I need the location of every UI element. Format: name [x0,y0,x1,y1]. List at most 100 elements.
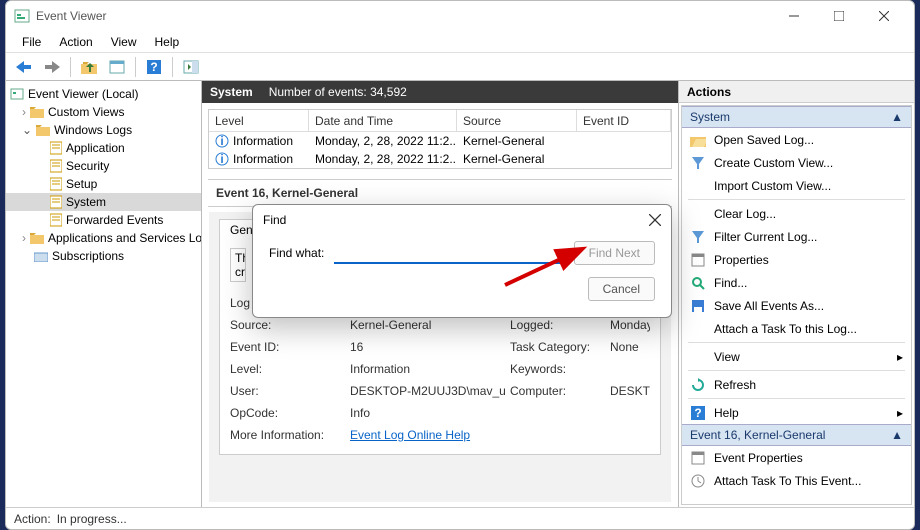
action-attach-task-log[interactable]: Attach a Task To this Log... [682,317,911,340]
action-attach-task-event[interactable]: Attach Task To This Event... [682,469,911,492]
tree-app-services[interactable]: › Applications and Services Logs [6,229,201,247]
col-eventid[interactable]: Event ID [577,110,671,131]
action-label: Help [714,406,739,420]
event-log-help-link[interactable]: Event Log Online Help [350,428,470,442]
statusbar: Action: In progress... [6,507,914,529]
actions-section-system[interactable]: System▲ [682,106,911,128]
action-find[interactable]: Find... [682,271,911,294]
actions-section-event[interactable]: Event 16, Kernel-General ▲ [682,424,911,446]
log-icon [50,195,62,209]
maximize-button[interactable] [816,1,861,31]
chevron-right-icon: › [22,231,26,245]
menu-action[interactable]: Action [51,33,100,51]
kv-key: Event ID: [230,340,350,354]
action-create-custom-view[interactable]: Create Custom View... [682,151,911,174]
action-open-saved-log[interactable]: Open Saved Log... [682,128,911,151]
action-filter-log[interactable]: Filter Current Log... [682,225,911,248]
properties-icon[interactable] [105,56,129,78]
action-label: Attach a Task To this Log... [714,322,857,336]
separator [70,57,71,77]
actions-pane: Actions System▲ Open Saved Log... Create… [679,81,914,507]
log-icon [50,159,62,173]
col-source[interactable]: Source [457,110,577,131]
tree-root[interactable]: Event Viewer (Local) [6,85,201,103]
kv-val: Info [350,406,650,420]
tree-security[interactable]: Security [6,157,201,175]
back-button[interactable] [12,56,36,78]
tree-forwarded[interactable]: Forwarded Events [6,211,201,229]
grid-body: iInformation Monday, 2, 28, 2022 11:2...… [209,132,671,168]
kv-key: Keywords: [510,362,610,376]
action-label: Import Custom View... [714,179,831,193]
table-row[interactable]: iInformation Monday, 2, 28, 2022 11:2...… [209,132,671,150]
action-label: Create Custom View... [714,156,833,170]
properties-icon [690,450,706,466]
menu-view[interactable]: View [103,33,145,51]
action-clear-log[interactable]: Clear Log... [682,202,911,225]
find-what-input[interactable] [334,242,563,264]
chevron-right-icon: ▸ [897,406,903,420]
cell: Information [233,134,293,148]
kv-key: Logged: [510,318,610,332]
status-label: Action: [14,512,51,526]
col-date[interactable]: Date and Time [309,110,457,131]
col-level[interactable]: Level [209,110,309,131]
action-event-properties[interactable]: Event Properties [682,446,911,469]
help-toolbar-icon[interactable]: ? [142,56,166,78]
find-title: Find [263,213,286,227]
action-import-custom-view[interactable]: Import Custom View... [682,174,911,197]
preview-pane-icon[interactable] [179,56,203,78]
action-label: Clear Log... [714,207,776,221]
action-label: Save All Events As... [714,299,824,313]
tree-label: System [66,195,106,209]
tree-system[interactable]: System [6,193,201,211]
action-save-all[interactable]: Save All Events As... [682,294,911,317]
find-titlebar: Find [253,205,671,235]
action-refresh[interactable]: Refresh [682,373,911,396]
separator [172,57,173,77]
kv-val: Monday [610,318,650,332]
chevron-right-icon: ▸ [897,350,903,364]
section-label: System [690,110,730,124]
action-view[interactable]: View▸ [682,345,911,368]
action-properties[interactable]: Properties [682,248,911,271]
minimize-button[interactable] [771,1,816,31]
cell: Monday, 2, 28, 2022 11:2... [315,152,457,166]
section-label: Event 16, Kernel-General [690,428,825,442]
tree-setup[interactable]: Setup [6,175,201,193]
detail-header: Event 16, Kernel-General [208,179,672,207]
action-label: Find... [714,276,747,290]
kv-val: DESKTOP [610,384,650,398]
filter-icon [690,229,706,245]
folder-up-icon[interactable] [77,56,101,78]
action-help[interactable]: ?Help▸ [682,401,911,424]
menu-file[interactable]: File [14,33,49,51]
chevron-up-icon: ▲ [891,428,903,442]
tree-windows-logs[interactable]: ⌄ Windows Logs [6,121,201,139]
tree-label: Security [66,159,109,173]
folder-icon [30,106,44,118]
import-icon [690,178,706,194]
close-icon[interactable] [649,214,661,226]
tree-subscriptions[interactable]: Subscriptions [6,247,201,265]
tree-custom-views[interactable]: › Custom Views [6,103,201,121]
chevron-down-icon: ⌄ [22,123,32,137]
forward-button[interactable] [40,56,64,78]
find-what-label: Find what: [269,246,324,260]
save-icon [690,298,706,314]
cell: Information [233,152,293,166]
table-row[interactable]: iInformation Monday, 2, 28, 2022 11:2...… [209,150,671,168]
desc-line: The [235,251,241,265]
action-label: Open Saved Log... [714,133,814,147]
menubar: File Action View Help [6,31,914,53]
menu-help[interactable]: Help [147,33,188,51]
kv-key: More Information: [230,428,350,442]
find-next-button[interactable]: Find Next [574,241,655,265]
log-icon [50,141,62,155]
close-button[interactable] [861,1,906,31]
tree-application[interactable]: Application [6,139,201,157]
toolbar: ? [6,53,914,81]
action-label: Properties [714,253,769,267]
kv-val: Information [350,362,510,376]
cancel-button[interactable]: Cancel [588,277,655,301]
